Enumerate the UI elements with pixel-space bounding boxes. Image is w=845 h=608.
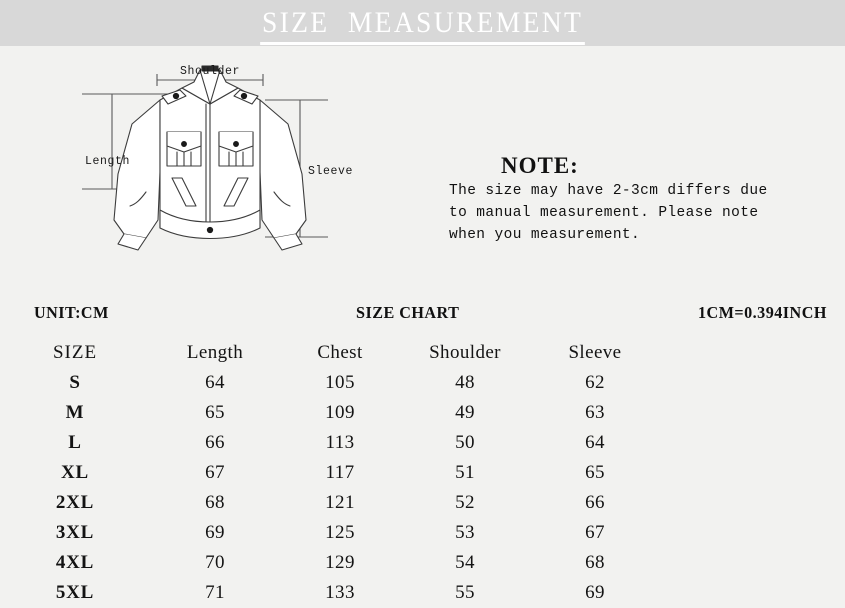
cell-length: 68	[205, 492, 225, 513]
cell-length: 71	[205, 582, 225, 603]
cell-pad	[660, 578, 845, 608]
size-chart-table: SIZE Length Chest Shoulder Sleeve S 64 1…	[0, 338, 845, 608]
cell-size: 2XL	[55, 492, 95, 513]
table-row: 2XL 68 121 52 66	[0, 488, 845, 518]
cell-sleeve: 65	[585, 462, 605, 483]
cell-length: 64	[205, 372, 225, 393]
cell-length: 70	[205, 552, 225, 573]
column-header-size: SIZE	[52, 342, 98, 363]
cell-chest: 121	[325, 492, 355, 513]
chart-meta-row: UNIT:CM SIZE CHART 1CM=0.394INCH	[0, 303, 845, 327]
cell-pad	[660, 458, 845, 488]
cell-size: 5XL	[55, 582, 95, 603]
cell-size: L	[68, 432, 82, 453]
cell-chest: 109	[325, 402, 355, 423]
cell-chest: 129	[325, 552, 355, 573]
table-row: 5XL 71 133 55 69	[0, 578, 845, 608]
note-line-2: to manual measurement. Please note	[449, 205, 759, 221]
note-line-3: when you measurement.	[449, 227, 641, 243]
sleeve-label: Sleeve	[308, 165, 353, 178]
cell-pad	[660, 548, 845, 578]
cell-size: 3XL	[55, 522, 95, 543]
column-header-sleeve: Sleeve	[568, 342, 622, 363]
cell-shoulder: 54	[455, 552, 475, 573]
table-row: S 64 105 48 62	[0, 368, 845, 398]
cell-pad	[660, 398, 845, 428]
cell-length: 69	[205, 522, 225, 543]
cell-sleeve: 69	[585, 582, 605, 603]
table-body: S 64 105 48 62 M 65 109 49 63 L 66 113 5…	[0, 368, 845, 608]
size-chart-title: SIZE CHART	[356, 303, 460, 322]
cell-shoulder: 53	[455, 522, 475, 543]
table-row: 3XL 69 125 53 67	[0, 518, 845, 548]
cell-sleeve: 63	[585, 402, 605, 423]
cell-shoulder: 51	[455, 462, 475, 483]
cell-size: XL	[61, 462, 89, 483]
cell-sleeve: 62	[585, 372, 605, 393]
header-band: SIZE MEASUREMENT	[0, 0, 845, 46]
cell-chest: 125	[325, 522, 355, 543]
cell-sleeve: 66	[585, 492, 605, 513]
header-title-wrap: SIZE MEASUREMENT	[0, 6, 845, 45]
cell-sleeve: 64	[585, 432, 605, 453]
cell-sleeve: 68	[585, 552, 605, 573]
cell-size: 4XL	[55, 552, 95, 573]
size-measurement-page: SIZE MEASUREMENT Shoulder Length Sleeve …	[0, 0, 845, 605]
note-line-1: The size may have 2-3cm differs due	[449, 183, 768, 199]
cell-sleeve: 67	[585, 522, 605, 543]
note-block: NOTE: The size may have 2-3cm differs du…	[449, 152, 839, 246]
cell-length: 66	[205, 432, 225, 453]
cell-chest: 113	[325, 432, 355, 453]
cell-shoulder: 50	[455, 432, 475, 453]
cell-length: 65	[205, 402, 225, 423]
column-header-pad	[660, 338, 845, 368]
table-row: 4XL 70 129 54 68	[0, 548, 845, 578]
page-title: SIZE MEASUREMENT	[260, 6, 585, 45]
table-row: XL 67 117 51 65	[0, 458, 845, 488]
table-header-row: SIZE Length Chest Shoulder Sleeve	[0, 338, 845, 368]
cell-pad	[660, 368, 845, 398]
column-header-shoulder: Shoulder	[429, 342, 501, 363]
cell-chest: 117	[325, 462, 355, 483]
unit-label: UNIT:CM	[34, 303, 109, 322]
column-header-length: Length	[186, 342, 244, 363]
table-header: SIZE Length Chest Shoulder Sleeve	[0, 338, 845, 368]
cell-pad	[660, 488, 845, 518]
cell-chest: 105	[325, 372, 355, 393]
cell-size: S	[69, 372, 81, 393]
cell-chest: 133	[325, 582, 355, 603]
cell-shoulder: 48	[455, 372, 475, 393]
cell-length: 67	[205, 462, 225, 483]
shoulder-label: Shoulder	[180, 65, 240, 78]
cell-size: M	[65, 402, 85, 423]
inch-conversion-label: 1CM=0.394INCH	[698, 303, 827, 322]
cell-pad	[660, 428, 845, 458]
cell-shoulder: 52	[455, 492, 475, 513]
length-label: Length	[85, 155, 130, 168]
table-row: M 65 109 49 63	[0, 398, 845, 428]
note-heading: NOTE:	[501, 153, 579, 178]
column-header-chest: Chest	[317, 342, 363, 363]
cell-pad	[660, 518, 845, 548]
jacket-diagram: Shoulder Length Sleeve	[60, 52, 360, 282]
table-row: L 66 113 50 64	[0, 428, 845, 458]
cell-shoulder: 55	[455, 582, 475, 603]
cell-shoulder: 49	[455, 402, 475, 423]
